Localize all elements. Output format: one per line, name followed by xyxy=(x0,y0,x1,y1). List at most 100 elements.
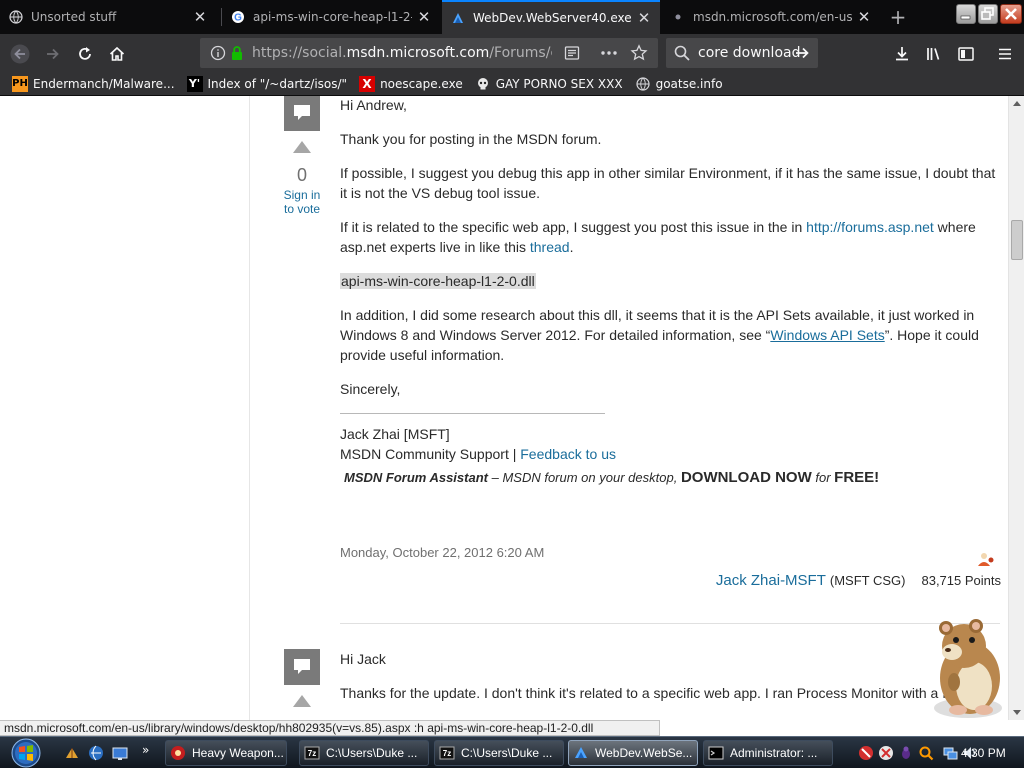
close-tab-icon[interactable]: ✕ xyxy=(636,9,652,27)
close-tab-icon[interactable]: ✕ xyxy=(416,8,432,26)
vote-up-icon[interactable] xyxy=(293,141,311,153)
highlighted-dll-name: api-ms-win-core-heap-l1-2-0.dll xyxy=(340,273,536,289)
bookmark-star-icon[interactable] xyxy=(630,44,648,66)
network-tray-icon[interactable] xyxy=(942,745,958,761)
taskbar-clock[interactable]: 4:30 PM xyxy=(961,737,1006,768)
screen: Unsorted stuff ✕ G api-ms-win-core-heap-… xyxy=(0,0,1024,768)
author-link[interactable]: Jack Zhai-MSFT xyxy=(716,572,826,589)
url-bar[interactable]: https://social.msdn.microsoft.com/Forums… xyxy=(200,38,658,68)
start-orb-button[interactable] xyxy=(8,737,44,768)
windows-api-sets-link[interactable]: Windows API Sets xyxy=(770,327,884,343)
page-actions-icon[interactable] xyxy=(600,45,618,65)
red-x-icon: X xyxy=(359,75,376,92)
close-window-button[interactable] xyxy=(1000,4,1022,24)
quicklaunch-desktop-icon[interactable] xyxy=(112,745,128,761)
text-run: for xyxy=(815,470,831,485)
forward-button[interactable] xyxy=(40,41,66,67)
tab-title: api-ms-win-core-heap-l1-2-0 xyxy=(253,10,412,24)
forums-asp-net-link[interactable]: http://forums.asp.net xyxy=(806,219,934,235)
7zip-icon: 7z xyxy=(439,745,455,761)
bookmark-globe-site[interactable]: goatse.info xyxy=(635,76,723,92)
link-status-bar: msdn.microsoft.com/en-us/library/windows… xyxy=(0,720,660,736)
author-points: 83,715 Points xyxy=(921,573,1001,588)
taskbar-item-heavy-weapon[interactable]: Heavy Weapon... xyxy=(165,740,287,766)
post-greeting: Hi Andrew, xyxy=(340,97,407,113)
bookmark-dartz-isos[interactable]: Y' Index of "/~dartz/isos/" xyxy=(186,75,347,92)
reply-speech-icon xyxy=(284,649,320,685)
bookmark-endermanch[interactable]: PH Endermanch/Malware... xyxy=(12,75,175,92)
tab-msdn-library[interactable]: msdn.microsoft.com/en-us/l ✕ xyxy=(662,0,880,34)
url-prefix: https://social. xyxy=(252,45,347,61)
webdev-icon xyxy=(573,745,589,761)
security-tray-icon[interactable] xyxy=(878,745,894,761)
dll-name-paragraph: api-ms-win-core-heap-l1-2-0.dll xyxy=(340,271,996,291)
site-info-icon[interactable] xyxy=(210,45,226,65)
search-input[interactable]: core download xyxy=(698,38,800,68)
search-go-arrow-icon[interactable] xyxy=(794,45,810,65)
search-icon xyxy=(674,45,690,65)
back-button[interactable] xyxy=(7,41,33,67)
download-now-link[interactable]: DOWNLOAD NOW xyxy=(681,469,812,486)
vote-column xyxy=(281,649,323,707)
tab-google-search[interactable]: G api-ms-win-core-heap-l1-2-0 ✕ xyxy=(222,0,440,34)
tab-unsorted-stuff[interactable]: Unsorted stuff ✕ xyxy=(0,0,216,34)
secure-lock-icon[interactable] xyxy=(230,45,244,65)
library-icon[interactable] xyxy=(921,41,947,67)
url-domain: msdn.microsoft.com xyxy=(346,45,490,61)
scrollbar-thumb[interactable] xyxy=(1011,220,1023,260)
vote-up-icon[interactable] xyxy=(293,695,311,707)
y-logo-icon: Y' xyxy=(186,75,203,92)
post-paragraph: In addition, I did some research about t… xyxy=(340,305,996,365)
hamster-desktop-pet[interactable] xyxy=(918,612,1010,724)
google-icon: G xyxy=(230,9,246,25)
thread-link[interactable]: thread xyxy=(530,239,570,255)
scroll-down-arrow-icon[interactable] xyxy=(1013,710,1021,715)
menu-hamburger-icon[interactable] xyxy=(992,41,1018,67)
page-scrollbar[interactable] xyxy=(1008,96,1024,720)
heavy-weapon-icon xyxy=(170,745,186,761)
dark-globe-icon xyxy=(8,9,24,25)
taskbar-item-7zip-2[interactable]: 7z C:\Users\Duke ... xyxy=(434,740,564,766)
downloads-icon[interactable] xyxy=(889,41,915,67)
search-bar[interactable]: core download xyxy=(666,38,818,68)
bookmarks-toolbar: PH Endermanch/Malware... Y' Index of "/~… xyxy=(0,72,1024,96)
feedback-link[interactable]: Feedback to us xyxy=(520,446,616,462)
promo-title: MSDN Forum Assistant xyxy=(344,470,488,485)
sign-in-to-vote-link[interactable]: Sign in to vote xyxy=(281,188,323,216)
url-text[interactable]: https://social.msdn.microsoft.com/Forums… xyxy=(252,38,552,68)
no-entry-tray-icon[interactable] xyxy=(858,745,874,761)
bug-tray-icon[interactable] xyxy=(898,745,914,761)
post-paragraph: If possible, I suggest you debug this ap… xyxy=(340,165,996,201)
msdn-icon xyxy=(450,10,466,26)
reply-speech-icon xyxy=(284,96,320,131)
text-run: . xyxy=(569,239,574,255)
reader-view-icon[interactable] xyxy=(564,45,580,65)
promo-description: MSDN forum on your desktop, xyxy=(502,470,678,485)
bookmark-skull-site[interactable]: GAY PORNO SEX XXX xyxy=(475,76,623,92)
text-run: – xyxy=(487,470,503,485)
home-icon[interactable] xyxy=(104,41,130,67)
tab-webdev-server[interactable]: WebDev.WebServer40.exe - ca ✕ xyxy=(442,0,660,34)
quicklaunch-more-chevron-icon[interactable]: » xyxy=(142,743,149,757)
quicklaunch-browser-icon[interactable] xyxy=(88,745,104,761)
sidebar-icon[interactable] xyxy=(953,41,979,67)
windows-taskbar: » Heavy Weapon... 7z C:\Users\Duke ... 7… xyxy=(0,736,1024,768)
forum-assistant-promo: MSDN Forum Assistant – MSDN forum on you… xyxy=(340,468,996,488)
close-tab-icon[interactable]: ✕ xyxy=(856,8,872,26)
vote-count: 0 xyxy=(296,165,307,185)
bookmark-noescape[interactable]: X noescape.exe xyxy=(359,75,463,92)
close-tab-icon[interactable]: ✕ xyxy=(192,8,208,26)
reload-icon[interactable] xyxy=(72,41,98,67)
url-path: /Forums/e xyxy=(489,45,552,61)
taskbar-item-admin-console[interactable]: Administrator: ... xyxy=(703,740,833,766)
scroll-up-arrow-icon[interactable] xyxy=(1013,101,1021,106)
restore-button[interactable] xyxy=(978,4,998,24)
taskbar-item-webdev-server[interactable]: WebDev.WebSe... xyxy=(568,740,698,766)
search-magnifier-tray-icon[interactable] xyxy=(918,745,934,761)
minimize-button[interactable] xyxy=(956,4,976,24)
post-divider xyxy=(340,623,1000,624)
tab-title: msdn.microsoft.com/en-us/l xyxy=(693,10,852,24)
quicklaunch-app-icon[interactable] xyxy=(64,745,80,761)
new-tab-button[interactable]: + xyxy=(886,6,910,28)
taskbar-item-7zip-1[interactable]: 7z C:\Users\Duke ... xyxy=(299,740,429,766)
